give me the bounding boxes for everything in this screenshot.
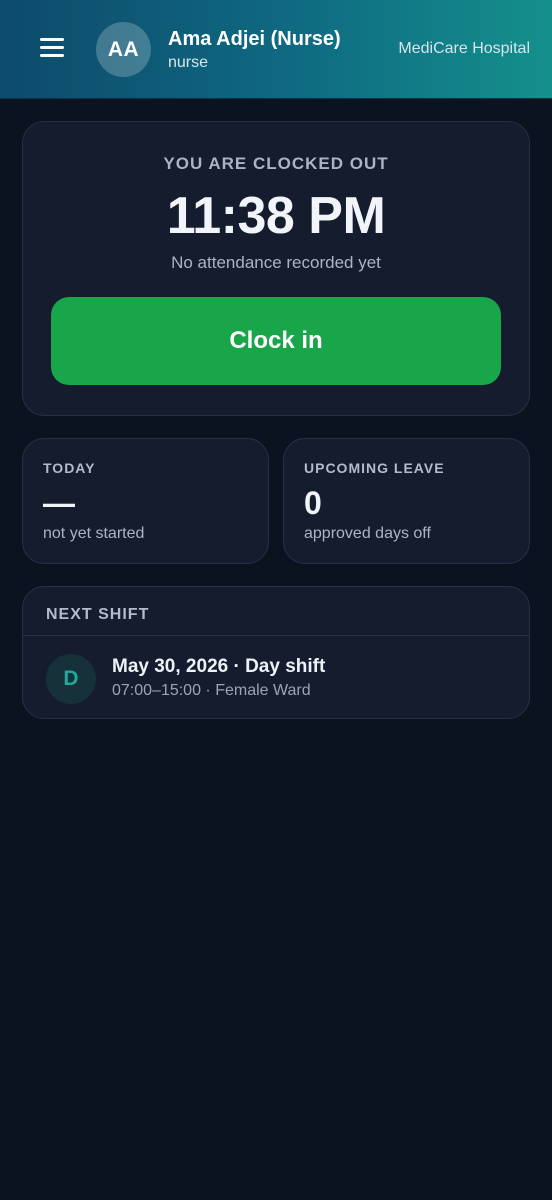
current-time: 11:38 PM (166, 187, 386, 245)
user-name: Ama Adjei (Nurse) (168, 28, 341, 50)
today-stat-card: TODAY — not yet started (22, 438, 269, 564)
today-label: TODAY (43, 460, 96, 476)
menu-bar-middle (40, 46, 64, 49)
clock-in-button[interactable]: Clock in (51, 297, 501, 385)
hospital-name: MediCare Hospital (398, 40, 530, 57)
avatar[interactable]: AA (96, 22, 151, 77)
next-shift-title: NEXT SHIFT (46, 606, 150, 623)
shift-detail: 07:00–15:00 · Female Ward (112, 682, 311, 699)
today-value: — (43, 485, 75, 521)
today-subtext: not yet started (43, 525, 145, 542)
user-role: nurse (168, 54, 209, 71)
next-shift-item[interactable]: D May 30, 2026 · Day shift 07:00–15:00 ·… (23, 637, 529, 718)
menu-bar-bottom (40, 54, 64, 57)
next-shift-header: NEXT SHIFT (23, 587, 529, 636)
next-shift-card: NEXT SHIFT D May 30, 2026 · Day shift 07… (22, 586, 530, 719)
shift-date: May 30, 2026 · Day shift (112, 656, 326, 677)
upcoming-leave-subtext: approved days off (304, 525, 431, 542)
shift-type-badge: D (46, 654, 96, 704)
hamburger-menu-icon[interactable] (36, 34, 68, 62)
upcoming-leave-card: UPCOMING LEAVE 0 approved days off (283, 438, 530, 564)
clock-status: YOU ARE CLOCKED OUT (163, 154, 389, 173)
upcoming-leave-label: UPCOMING LEAVE (304, 460, 445, 476)
clock-card: YOU ARE CLOCKED OUT 11:38 PM No attendan… (22, 121, 530, 416)
upcoming-leave-value: 0 (304, 485, 322, 521)
menu-bar-top (40, 38, 64, 41)
attendance-note: No attendance recorded yet (171, 253, 381, 272)
app-header: AA Ama Adjei (Nurse) nurse MediCare Hosp… (0, 0, 552, 99)
